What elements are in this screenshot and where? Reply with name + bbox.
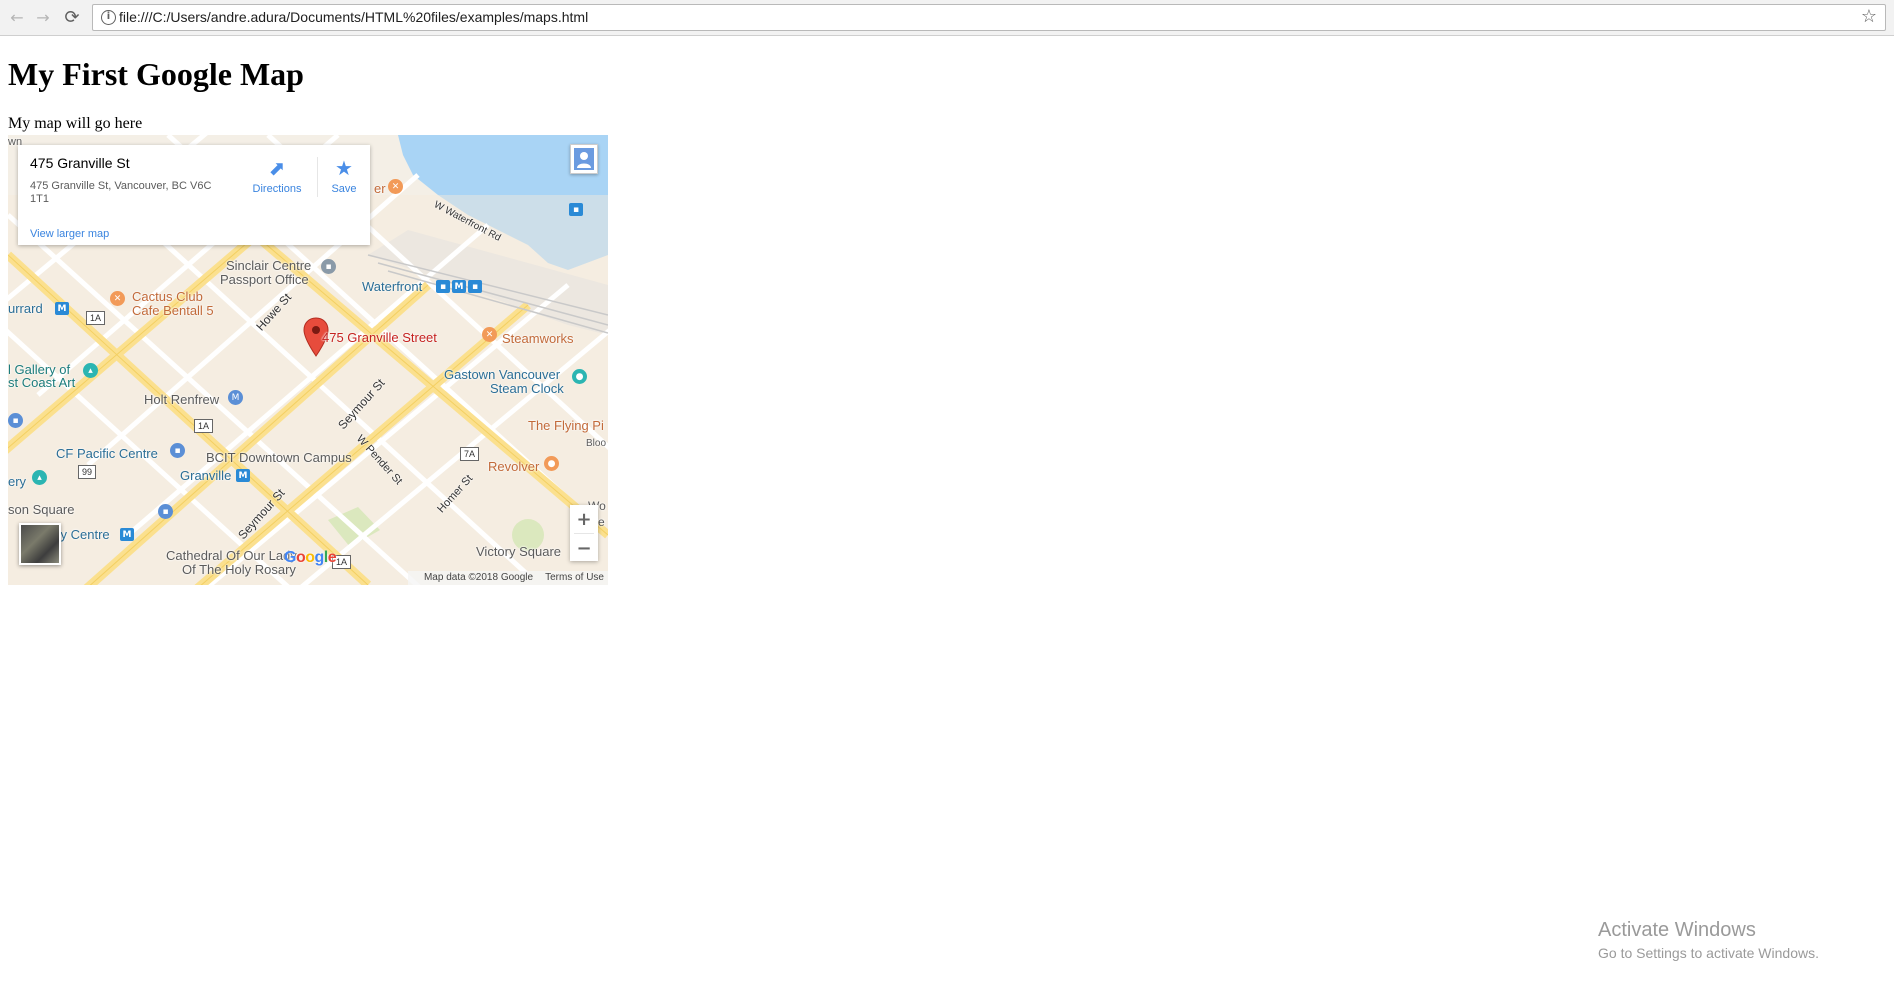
shopping-icon[interactable]: M [228,390,243,405]
google-logo: Google [284,549,337,566]
poi-label-ery: ery [8,474,27,489]
info-icon[interactable]: i [101,10,116,25]
metro-icon[interactable]: M [55,302,69,315]
poi-label-holt-renfrew: Holt Renfrew [144,392,220,407]
windows-activation-watermark: Activate Windows Go to Settings to activ… [1598,918,1819,962]
back-icon[interactable]: ← [6,6,28,28]
zoom-out-button[interactable]: − [570,534,598,562]
poi-label-steamworks: Steamworks [502,331,574,346]
shopping-icon[interactable]: ▪ [8,413,23,428]
metro-icon[interactable]: M [120,528,134,541]
museum-icon[interactable]: ▴ [32,470,47,485]
person-icon [574,148,594,170]
place-info-card: 475 Granville St 475 Granville St, Vanco… [18,145,370,245]
place-title: 475 Granville St [30,155,130,171]
poi-label-gallery-2: st Coast Art [8,375,76,390]
cafe-icon[interactable]: ● [544,456,559,471]
directions-label: Directions [252,183,302,195]
museum-icon[interactable]: ▴ [83,363,98,378]
train-icon[interactable]: ▪ [436,280,450,293]
save-button[interactable]: ★ Save [326,157,362,195]
map-embed[interactable]: W Waterfront Rd Howe St Seymour St Seymo… [8,135,608,585]
map-label-bloo: Bloo [586,438,607,449]
highway-shield-1a: 1A [194,419,214,433]
poi-label-waterfront: Waterfront [362,279,423,294]
zoom-control: + − [570,505,598,561]
save-label: Save [331,183,357,195]
zoom-in-button[interactable]: + [570,505,598,533]
page-intro-text: My map will go here [8,115,143,132]
star-icon: ★ [335,156,353,180]
metro-icon[interactable]: M [452,280,466,293]
government-icon[interactable]: ▪ [321,259,336,274]
restaurant-icon[interactable]: ✕ [388,179,403,194]
poi-label-bcit: BCIT Downtown Campus [206,450,352,465]
poi-label-cf-pacific: CF Pacific Centre [56,446,158,461]
bus-icon[interactable]: ▪ [468,280,482,293]
poi-label-burrard: urrard [8,301,43,316]
metro-icon[interactable]: M [236,469,250,482]
poi-label-cactus-club: Cactus Club [132,289,203,304]
poi-label-gastown-2: Steam Clock [490,381,564,396]
pegman-icon[interactable] [570,144,598,174]
address-bar[interactable]: i file:///C:/Users/andre.adura/Documents… [92,4,1886,31]
camera-icon[interactable]: ● [572,369,587,384]
poi-label-son-square: son Square [8,502,75,517]
highway-shield-7a: 7A [460,447,480,461]
satellite-toggle[interactable] [19,523,61,565]
directions-icon: ⬈ [268,156,286,180]
poi-label-city-centre: ity Centre [54,527,110,542]
shopping-icon[interactable]: ▪ [170,443,185,458]
poi-label-cafe-bentall: Cafe Bentall 5 [132,303,214,318]
poi-label-gastown-1: Gastown Vancouver [444,367,561,382]
view-larger-map-link[interactable]: View larger map [30,228,109,240]
bookmark-star-icon[interactable]: ☆ [1861,6,1877,27]
poi-label-granville: Granville [180,468,232,483]
poi-label-cathedral-2: Of The Holy Rosary [182,562,296,577]
map-attribution: Map data ©2018 Google Terms of Use [407,571,608,585]
page-title: My First Google Map [8,56,304,92]
ferry-icon[interactable]: ▪ [569,203,583,216]
poi-label-cathedral-1: Cathedral Of Our Lady [166,548,297,563]
reload-icon[interactable]: ⟳ [61,6,83,28]
marker-label: 475 Granville Street [322,330,437,345]
map-data-credit: Map data ©2018 Google [423,572,534,583]
poi-label-passport-office: Passport Office [220,272,309,287]
browser-toolbar: ← → ⟳ i file:///C:/Users/andre.adura/Doc… [0,0,1894,36]
poi-label-victory-square: Victory Square [476,544,562,559]
poi-label-revolver: Revolver [488,459,540,474]
forward-icon[interactable]: → [32,6,54,28]
restaurant-icon[interactable]: ✕ [110,291,125,306]
highway-shield-1a: 1A [86,311,106,325]
watermark-subtitle: Go to Settings to activate Windows. [1598,945,1819,961]
highway-shield-99: 99 [78,465,97,479]
poi-label-flying-pig: The Flying Pi [528,418,604,433]
terms-of-use-link[interactable]: Terms of Use [545,572,604,583]
url-text[interactable]: file:///C:/Users/andre.adura/Documents/H… [119,9,588,25]
restaurant-icon[interactable]: ✕ [482,327,497,342]
shopping-icon[interactable]: ▪ [158,504,173,519]
watermark-title: Activate Windows [1598,919,1756,941]
card-divider [317,157,318,197]
poi-label-sinclair-centre: Sinclair Centre [226,258,312,273]
place-address: 475 Granville St, Vancouver, BC V6C 1T1 [30,180,212,205]
directions-button[interactable]: ⬈ Directions [243,157,311,195]
poi-label-er: er [374,181,386,196]
